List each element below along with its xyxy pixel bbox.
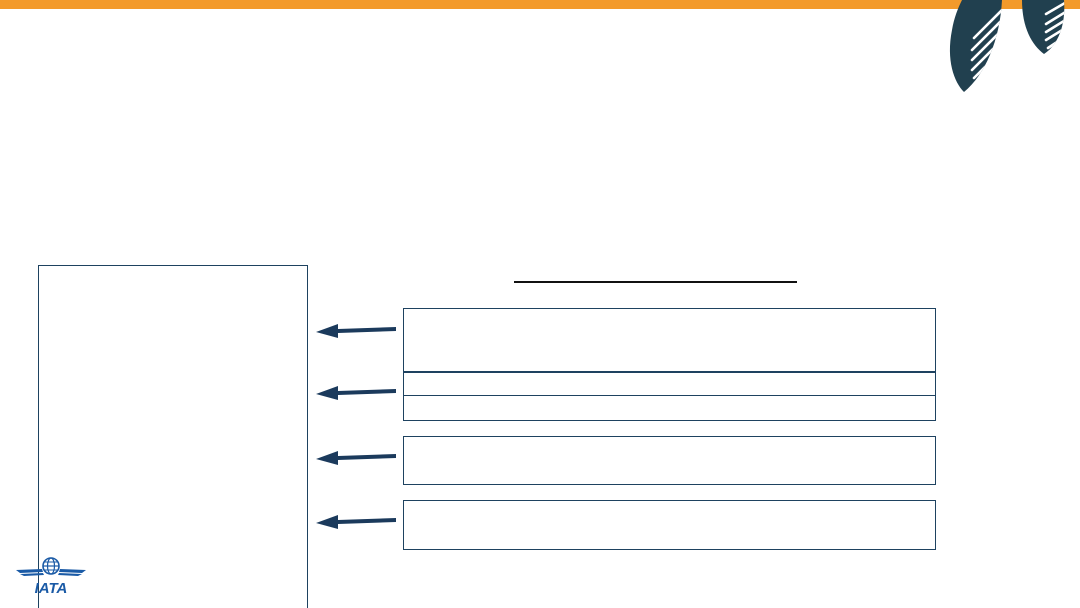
heading-underline: [514, 281, 797, 283]
globe-icon: [42, 557, 60, 575]
content-box-4: [403, 436, 936, 485]
left-arrow-icon: [316, 386, 396, 400]
top-accent-bar: [0, 0, 1080, 9]
left-arrow-icon: [316, 515, 396, 529]
iata-logo: IATA: [16, 557, 86, 596]
left-arrow-icon: [316, 324, 396, 338]
content-box-5: [403, 500, 936, 550]
content-box-1: [403, 308, 936, 372]
logo-text: IATA: [35, 580, 68, 596]
content-box-2: [403, 372, 936, 396]
content-box-3: [403, 395, 936, 421]
left-arrow-icon: [316, 451, 396, 465]
leaf-stripes-icon: [949, 0, 1065, 92]
